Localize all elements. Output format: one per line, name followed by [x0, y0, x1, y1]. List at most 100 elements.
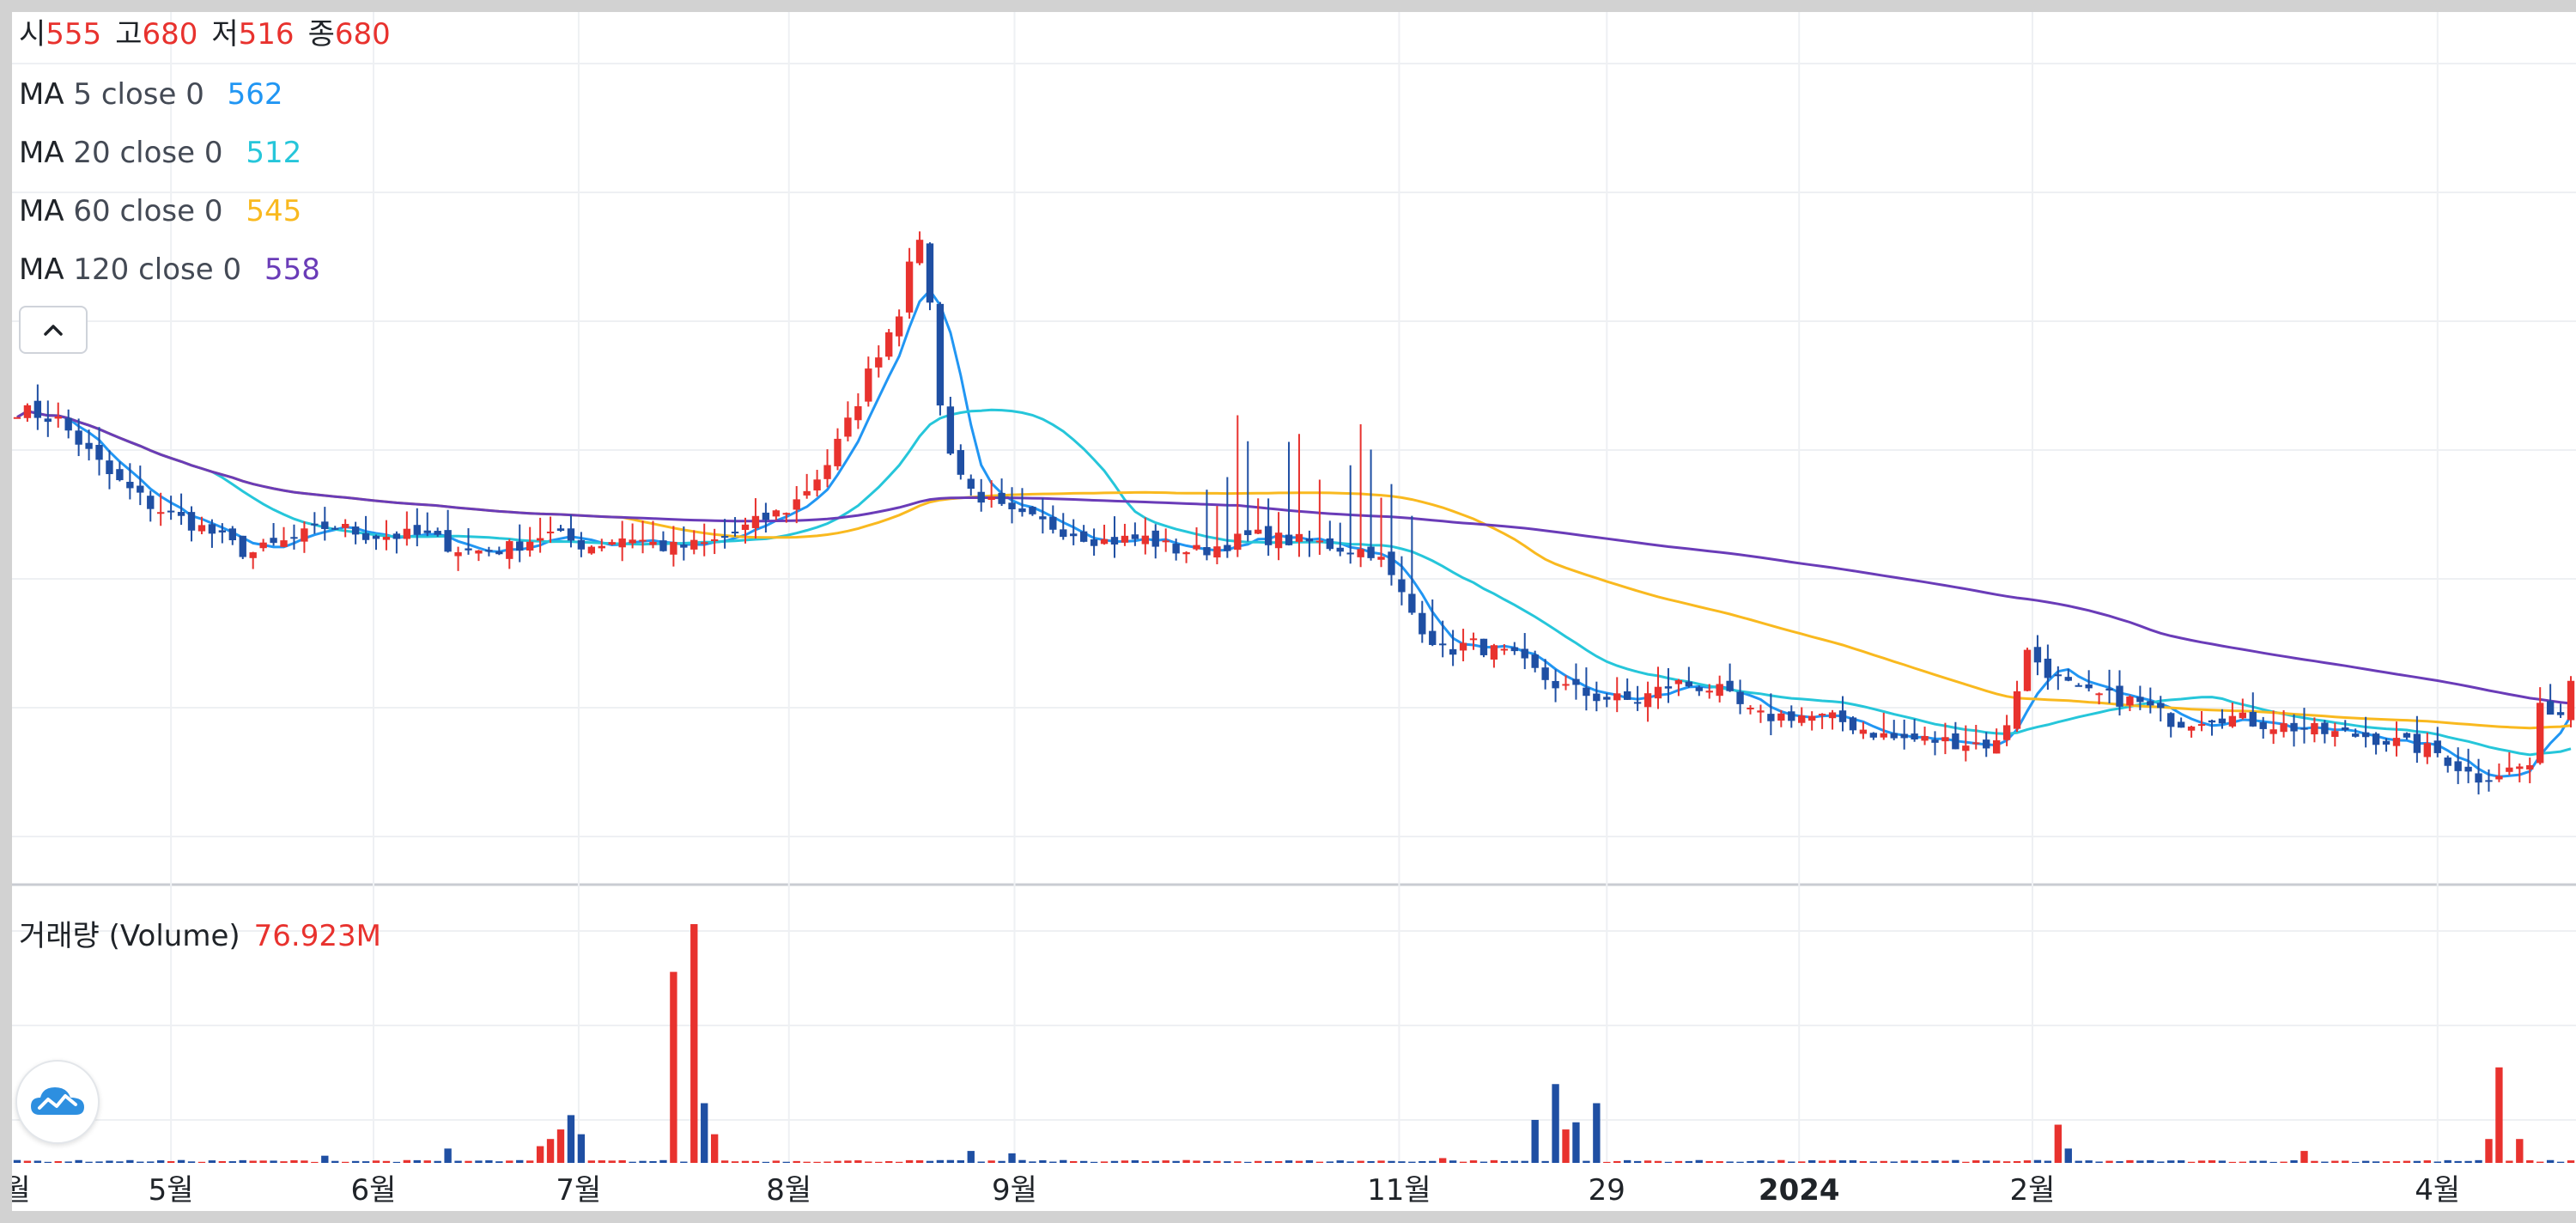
candle-body	[1880, 733, 1887, 738]
chart-frame[interactable]: 시555 고680 저516 종680 MA 5 close 0 562 MA 20 …	[12, 12, 2576, 1211]
ma60-legend[interactable]: MA 60 close 0 545	[19, 194, 301, 228]
candle-body	[2249, 711, 2257, 727]
volume-bar	[1408, 1161, 1416, 1163]
volume-bar	[772, 1160, 781, 1163]
volume-bar	[2095, 1161, 2103, 1163]
candle-body	[1141, 535, 1149, 545]
volume-bar	[2280, 1161, 2287, 1163]
candle-body	[823, 465, 831, 479]
volume-bar	[2433, 1161, 2441, 1163]
candlestick-chart[interactable]	[12, 12, 2576, 1211]
candle-body	[137, 485, 144, 493]
volume-bar	[1419, 1160, 1426, 1163]
volume-bar	[2136, 1160, 2144, 1163]
candle-body	[1439, 643, 1447, 646]
volume-bar	[905, 1159, 914, 1163]
volume-bar	[1110, 1160, 1119, 1163]
volume-bar	[392, 1161, 401, 1163]
candle-body	[2064, 677, 2072, 681]
candle-body	[423, 530, 431, 533]
volume-bar	[1900, 1160, 1908, 1163]
x-tick-label: 6월	[350, 1173, 397, 1208]
candle-body	[1162, 540, 1170, 543]
candle-body	[1367, 546, 1375, 558]
candle-body	[1255, 529, 1262, 534]
volume-bar	[1326, 1161, 1334, 1163]
ma5-value: 562	[227, 77, 283, 112]
ma120-legend[interactable]: MA 120 close 0 558	[19, 253, 320, 287]
candle-body	[1583, 687, 1590, 697]
volume-bar	[2228, 1161, 2237, 1163]
candle-body	[2054, 674, 2063, 677]
candle-body	[1767, 714, 1775, 721]
volume-bar	[793, 1160, 800, 1163]
ma20-label: MA	[19, 136, 64, 170]
candle-body	[1234, 533, 1242, 551]
candle-body	[1049, 516, 1057, 530]
volume-bar	[977, 1161, 985, 1163]
candle-body	[1244, 530, 1252, 536]
volume-bar	[1838, 1160, 1847, 1163]
tradingview-logo-button[interactable]	[15, 1060, 100, 1144]
candle-body	[239, 535, 246, 557]
candle-body	[382, 537, 391, 540]
candle-body	[1685, 681, 1693, 687]
volume-bar	[967, 1151, 975, 1163]
volume-bar	[1029, 1161, 1036, 1163]
high-value: 680	[142, 17, 198, 52]
ma60-value: 545	[246, 194, 302, 228]
candle-body	[1459, 642, 1467, 651]
volume-bar	[1633, 1160, 1642, 1163]
volume-bar	[1593, 1103, 1601, 1163]
candle-body	[301, 528, 308, 542]
candle-body	[2403, 733, 2411, 738]
candle-body	[2537, 703, 2544, 764]
candle-body	[2239, 712, 2247, 719]
candle-body	[854, 405, 862, 421]
volume-bar	[1459, 1161, 1467, 1163]
candle-body	[1643, 693, 1652, 708]
candle-body	[977, 491, 985, 503]
candle-body	[987, 496, 995, 501]
ma5-legend[interactable]: MA 5 close 0 562	[19, 77, 283, 112]
candle-body	[1531, 654, 1539, 668]
collapse-legend-button[interactable]	[19, 306, 88, 354]
volume-bar	[75, 1159, 82, 1163]
volume-bar	[351, 1160, 360, 1163]
ma120-value: 558	[264, 253, 320, 287]
volume-bar	[301, 1160, 308, 1163]
candle-body	[803, 490, 811, 496]
volume-bar	[382, 1160, 391, 1163]
volume-bar	[1541, 1160, 1549, 1163]
candle-body	[1388, 551, 1395, 575]
volume-bar	[629, 1161, 636, 1163]
ma20-legend[interactable]: MA 20 close 0 512	[19, 136, 301, 170]
volume-bar	[1377, 1160, 1385, 1163]
candle-body	[341, 524, 349, 528]
volume-bar	[187, 1161, 196, 1163]
candle-body	[649, 541, 657, 545]
candle-body	[2085, 684, 2093, 689]
ma20-params: 20 close 0	[73, 136, 223, 170]
volume-bar	[341, 1161, 349, 1163]
open-value: 555	[46, 17, 102, 52]
candle-body	[2197, 724, 2206, 727]
candle-body	[1890, 733, 1898, 739]
candle-body	[2546, 701, 2555, 715]
volume-bar	[2116, 1161, 2123, 1163]
candle-body	[454, 552, 462, 557]
candle-body	[331, 527, 339, 530]
candle-body	[187, 512, 196, 531]
candle-body	[1747, 707, 1754, 709]
volume-bar	[567, 1115, 575, 1163]
candle-body	[2413, 733, 2421, 753]
candle-body	[1921, 736, 1929, 741]
candle-body	[618, 538, 626, 548]
volume-bar	[2556, 1161, 2565, 1163]
candle-body	[2177, 721, 2185, 728]
volume-bar	[2485, 1139, 2493, 1163]
candle-body	[116, 469, 124, 481]
volume-bar	[495, 1161, 503, 1163]
volume-bar	[454, 1160, 462, 1163]
candle-body	[1757, 710, 1765, 713]
